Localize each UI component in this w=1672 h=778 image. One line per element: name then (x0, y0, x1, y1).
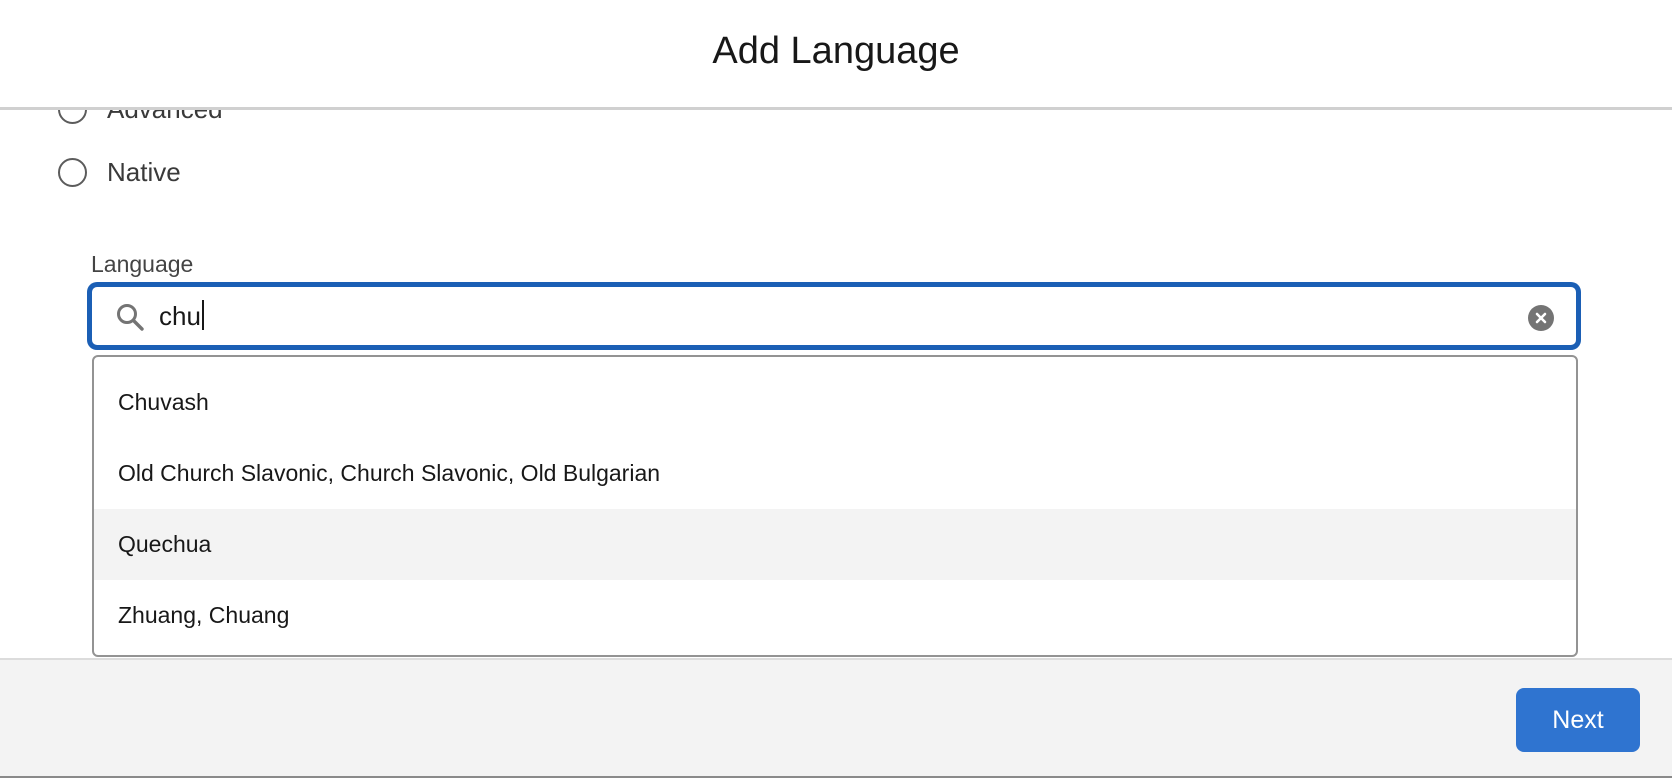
radio-native[interactable]: Native (58, 157, 181, 188)
radio-circle-icon[interactable] (58, 158, 87, 187)
dropdown-option-old-church-slavonic[interactable]: Old Church Slavonic, Church Slavonic, Ol… (94, 438, 1576, 509)
radio-label-advanced: Advanced (107, 110, 223, 125)
text-caret (201, 300, 204, 330)
language-search-input[interactable]: chu (159, 300, 1459, 332)
radio-circle-icon[interactable] (58, 110, 87, 124)
radio-advanced[interactable]: Advanced (58, 110, 223, 125)
clear-icon[interactable] (1528, 305, 1554, 331)
modal-footer: Next (0, 658, 1672, 778)
add-language-modal: Add Language Advanced Native Language ch… (0, 0, 1672, 778)
dropdown-option-zhuang[interactable]: Zhuang, Chuang (94, 580, 1576, 651)
modal-body[interactable]: Advanced Native Language chu Chuvash Old… (0, 110, 1672, 658)
modal-title: Add Language (712, 30, 960, 72)
dropdown-option-quechua[interactable]: Quechua (94, 509, 1576, 580)
language-search-box[interactable]: chu (89, 284, 1579, 348)
search-icon (117, 304, 144, 331)
search-input-text: chu (159, 301, 201, 331)
next-button[interactable]: Next (1516, 688, 1640, 752)
x-glyph-icon (1535, 312, 1547, 324)
dropdown-option-chuvash[interactable]: Chuvash (94, 367, 1576, 438)
radio-label-native: Native (107, 157, 181, 187)
language-field-label: Language (91, 251, 194, 277)
modal-header: Add Language (0, 0, 1672, 110)
language-dropdown-list: Chuvash Old Church Slavonic, Church Slav… (92, 355, 1578, 657)
